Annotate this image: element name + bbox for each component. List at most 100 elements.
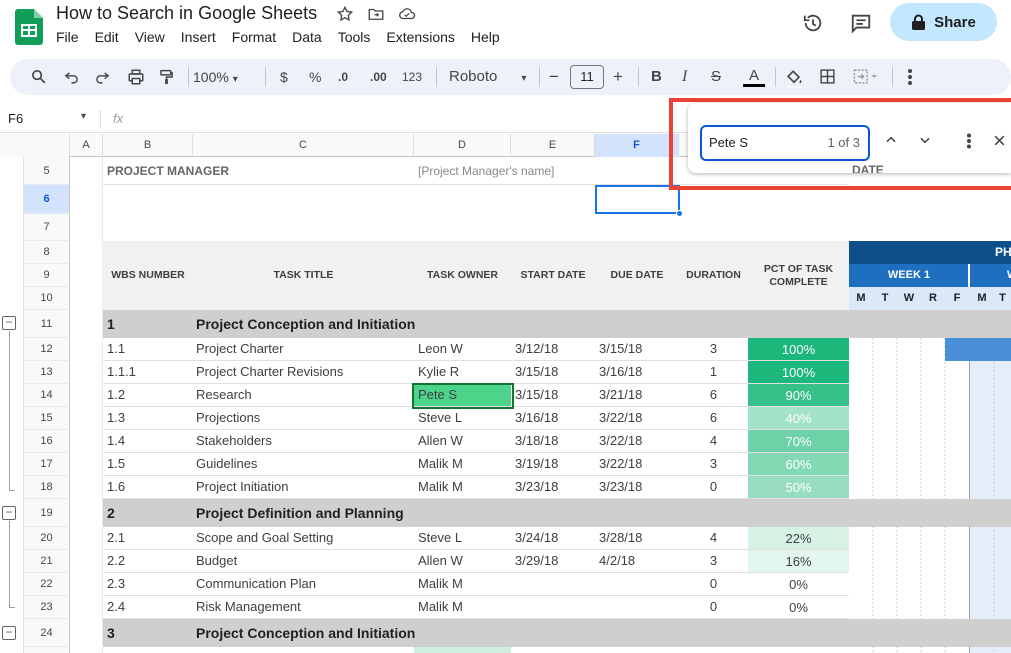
undo-icon[interactable] xyxy=(63,68,80,86)
due-date-cell[interactable]: 3/22/18 xyxy=(599,453,642,475)
sheets-logo-icon[interactable] xyxy=(15,9,43,45)
column-header-f[interactable]: F xyxy=(595,134,679,157)
menu-file[interactable]: File xyxy=(56,29,79,45)
task-title-cell[interactable]: Projections xyxy=(196,407,260,429)
pct-complete-cell[interactable]: 0% xyxy=(748,573,849,596)
task-owner-cell[interactable]: Leon W xyxy=(418,338,463,360)
text-color-button[interactable]: A xyxy=(743,68,765,87)
row-header[interactable]: 22 xyxy=(24,573,70,596)
due-date-cell[interactable]: 3/15/18 xyxy=(599,338,642,360)
menu-format[interactable]: Format xyxy=(232,29,276,45)
decrease-decimal-button[interactable]: .0 xyxy=(338,68,348,86)
share-button[interactable]: Share xyxy=(890,3,997,41)
column-header-e[interactable]: E xyxy=(511,134,595,157)
wbs-cell[interactable]: 2.2 xyxy=(107,550,125,572)
print-icon[interactable] xyxy=(127,68,145,86)
row-header[interactable]: 8 xyxy=(24,241,70,264)
task-title-cell[interactable]: Risk Management xyxy=(196,596,301,618)
font-size-input[interactable]: 11 xyxy=(570,65,604,89)
due-date-cell[interactable]: 4/2/18 xyxy=(599,550,635,572)
duration-cell[interactable]: 3 xyxy=(679,550,748,572)
next-match-icon[interactable] xyxy=(918,133,932,152)
find-input[interactable]: Pete S 1 of 3 xyxy=(700,125,870,161)
pct-complete-cell[interactable]: 100% xyxy=(748,361,849,384)
wbs-cell[interactable]: 1.1 xyxy=(107,338,125,360)
task-owner-cell[interactable]: Malik M xyxy=(418,596,463,618)
collapse-group-icon[interactable]: − xyxy=(2,316,16,330)
menu-extensions[interactable]: Extensions xyxy=(386,29,454,45)
row-header[interactable]: 15 xyxy=(24,407,70,430)
row-header[interactable]: 16 xyxy=(24,430,70,453)
name-box[interactable]: F6 ▾ xyxy=(8,111,86,126)
previous-match-icon[interactable] xyxy=(884,133,898,152)
menu-data[interactable]: Data xyxy=(292,29,322,45)
pct-complete-cell[interactable]: 0% xyxy=(748,596,849,619)
duration-cell[interactable]: 0 xyxy=(679,596,748,618)
pct-complete-cell[interactable]: 40% xyxy=(748,407,849,430)
start-date-cell[interactable]: 3/12/18 xyxy=(515,338,558,360)
increase-font-size-button[interactable]: + xyxy=(613,68,623,86)
row-header[interactable]: 11 xyxy=(24,310,70,338)
row-header[interactable]: 10 xyxy=(24,287,70,310)
pct-complete-cell[interactable]: 16% xyxy=(748,550,849,573)
wbs-cell[interactable]: 2.3 xyxy=(107,573,125,595)
task-owner-cell[interactable]: Allen W xyxy=(418,430,463,452)
italic-button[interactable]: I xyxy=(682,68,687,86)
duration-cell[interactable]: 0 xyxy=(679,476,748,498)
zoom-select[interactable]: 100% ▾ xyxy=(193,68,238,86)
wbs-cell[interactable]: 2.4 xyxy=(107,596,125,618)
task-title-cell[interactable]: Research xyxy=(196,384,252,406)
document-title[interactable]: How to Search in Google Sheets xyxy=(56,3,317,24)
collapse-group-icon[interactable]: − xyxy=(2,506,16,520)
version-history-icon[interactable] xyxy=(802,12,824,34)
column-a-cells[interactable] xyxy=(70,157,103,653)
row-header[interactable]: 24 xyxy=(24,619,70,647)
start-date-cell[interactable]: 3/18/18 xyxy=(515,430,558,452)
task-owner-cell[interactable]: Malik M xyxy=(418,453,463,475)
wbs-cell[interactable]: 1.5 xyxy=(107,453,125,475)
number-format-button[interactable]: 123 xyxy=(402,68,422,86)
pct-complete-cell[interactable]: 100% xyxy=(748,338,849,361)
due-date-cell[interactable]: 3/28/18 xyxy=(599,527,642,549)
column-header-c[interactable]: C xyxy=(193,134,414,157)
fill-color-icon[interactable] xyxy=(784,68,804,88)
row-header[interactable]: 13 xyxy=(24,361,70,384)
row-header[interactable]: 5 xyxy=(24,157,70,185)
more-options-icon[interactable] xyxy=(907,68,913,86)
move-folder-icon[interactable] xyxy=(367,5,385,23)
duration-cell[interactable]: 6 xyxy=(679,384,748,406)
duration-cell[interactable]: 0 xyxy=(679,573,748,595)
decrease-font-size-button[interactable]: − xyxy=(549,68,559,86)
menu-insert[interactable]: Insert xyxy=(181,29,216,45)
start-date-cell[interactable]: 3/24/18 xyxy=(515,527,558,549)
row-header[interactable]: 23 xyxy=(24,596,70,619)
pct-complete-cell[interactable]: 50% xyxy=(748,476,849,499)
column-header-b[interactable]: B xyxy=(103,134,193,157)
cloud-status-icon[interactable] xyxy=(398,5,416,23)
comments-icon[interactable] xyxy=(850,12,872,34)
wbs-cell[interactable]: 2.1 xyxy=(107,527,125,549)
due-date-cell[interactable]: 3/22/18 xyxy=(599,407,642,429)
task-owner-cell[interactable]: Steve L xyxy=(418,407,462,429)
start-date-cell[interactable]: 3/16/18 xyxy=(515,407,558,429)
duration-cell[interactable]: 1 xyxy=(679,361,748,383)
start-date-cell[interactable]: 3/29/18 xyxy=(515,550,558,572)
font-family-select[interactable]: Roboto ▾ xyxy=(449,68,526,86)
bold-button[interactable]: B xyxy=(651,68,662,86)
duration-cell[interactable]: 3 xyxy=(679,453,748,475)
duration-cell[interactable]: 6 xyxy=(679,407,748,429)
collapse-group-icon[interactable]: − xyxy=(2,626,16,640)
wbs-cell[interactable]: 1.4 xyxy=(107,430,125,452)
row-header[interactable]: 9 xyxy=(24,264,70,287)
fill-handle[interactable] xyxy=(676,210,683,217)
row-header[interactable]: 17 xyxy=(24,453,70,476)
row-header[interactable]: 12 xyxy=(24,338,70,361)
task-title-cell[interactable]: Project Charter Revisions xyxy=(196,361,343,383)
column-header-a[interactable]: A xyxy=(70,134,103,157)
start-date-cell[interactable]: 3/23/18 xyxy=(515,476,558,498)
wbs-cell[interactable]: 1.2 xyxy=(107,384,125,406)
row-header[interactable]: 21 xyxy=(24,550,70,573)
row-header[interactable]: 14 xyxy=(24,384,70,407)
row-header[interactable]: 20 xyxy=(24,527,70,550)
task-title-cell[interactable]: Guidelines xyxy=(196,453,257,475)
